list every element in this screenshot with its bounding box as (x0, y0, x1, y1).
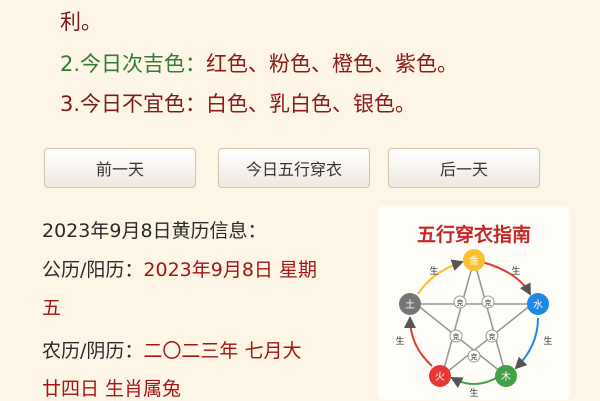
sheng-label: 生 (429, 265, 438, 277)
secondary-lucky-values: 红色、粉色、橙色、紫色。 (206, 52, 459, 76)
water-label: 水 (533, 299, 543, 311)
metal-label: 金 (469, 254, 479, 267)
ke-label: 克 (485, 299, 492, 307)
fire-label: 火 (435, 371, 445, 383)
lucky-text-tail: 利。 (60, 10, 102, 34)
sheng-label: 生 (543, 335, 552, 347)
almanac-heading: 2023年9月8日黄历信息： (42, 220, 267, 242)
lunar-day-zodiac: 廿四日 生肖属兔 (42, 378, 182, 400)
sheng-label: 生 (511, 265, 520, 277)
sheng-arrow (450, 377, 497, 389)
today-five-elements-button[interactable]: 今日五行穿衣 (218, 148, 370, 188)
lunar-label: 农历/阴历： (42, 340, 144, 362)
page: 利。 2.今日次吉色：红色、粉色、橙色、紫色。 3.今日不宜色：白色、乳白色、银… (0, 0, 600, 400)
sheng-arrow (481, 261, 531, 296)
solar-label: 公历/阳历： (42, 259, 144, 281)
sheng-arrow (417, 259, 464, 295)
unlucky-values: 白色、乳白色、银色。 (206, 92, 417, 116)
lunar-date: 农历/阴历：二〇二三年 七月大 (42, 336, 301, 363)
ke-label: 克 (471, 353, 478, 361)
sheng-arrow (514, 317, 539, 370)
solar-weekday: 五 (42, 297, 62, 319)
earth-label: 土 (405, 298, 415, 311)
solar-value: 2023年9月8日 星期 (143, 259, 317, 281)
five-elements-guide-card[interactable]: 金 水 木 火 土 生 生 生 生 生 克 克 克 克 克 五行穿衣指南 (378, 206, 570, 400)
secondary-lucky-colors: 2.今日次吉色：红色、粉色、橙色、紫色。 (60, 48, 458, 78)
sheng-arrow (404, 316, 433, 367)
sheng-label: 生 (395, 335, 404, 347)
ke-label: 克 (453, 333, 460, 341)
ke-label: 克 (457, 299, 464, 307)
next-day-button[interactable]: 后一天 (388, 148, 540, 188)
unlucky-label: 3.今日不宜色： (60, 92, 207, 116)
prev-day-button[interactable]: 前一天 (44, 148, 196, 188)
ke-label: 克 (489, 333, 496, 341)
unlucky-colors: 3.今日不宜色：白色、乳白色、银色。 (60, 88, 416, 118)
card-title: 五行穿衣指南 (416, 224, 531, 246)
lunar-value: 二〇二三年 七月大 (143, 340, 302, 362)
secondary-lucky-label: 2.今日次吉色： (60, 52, 207, 76)
solar-date: 公历/阳历：2023年9月8日 星期 (42, 255, 317, 282)
sheng-label: 生 (469, 387, 478, 399)
wood-label: 木 (501, 371, 511, 383)
